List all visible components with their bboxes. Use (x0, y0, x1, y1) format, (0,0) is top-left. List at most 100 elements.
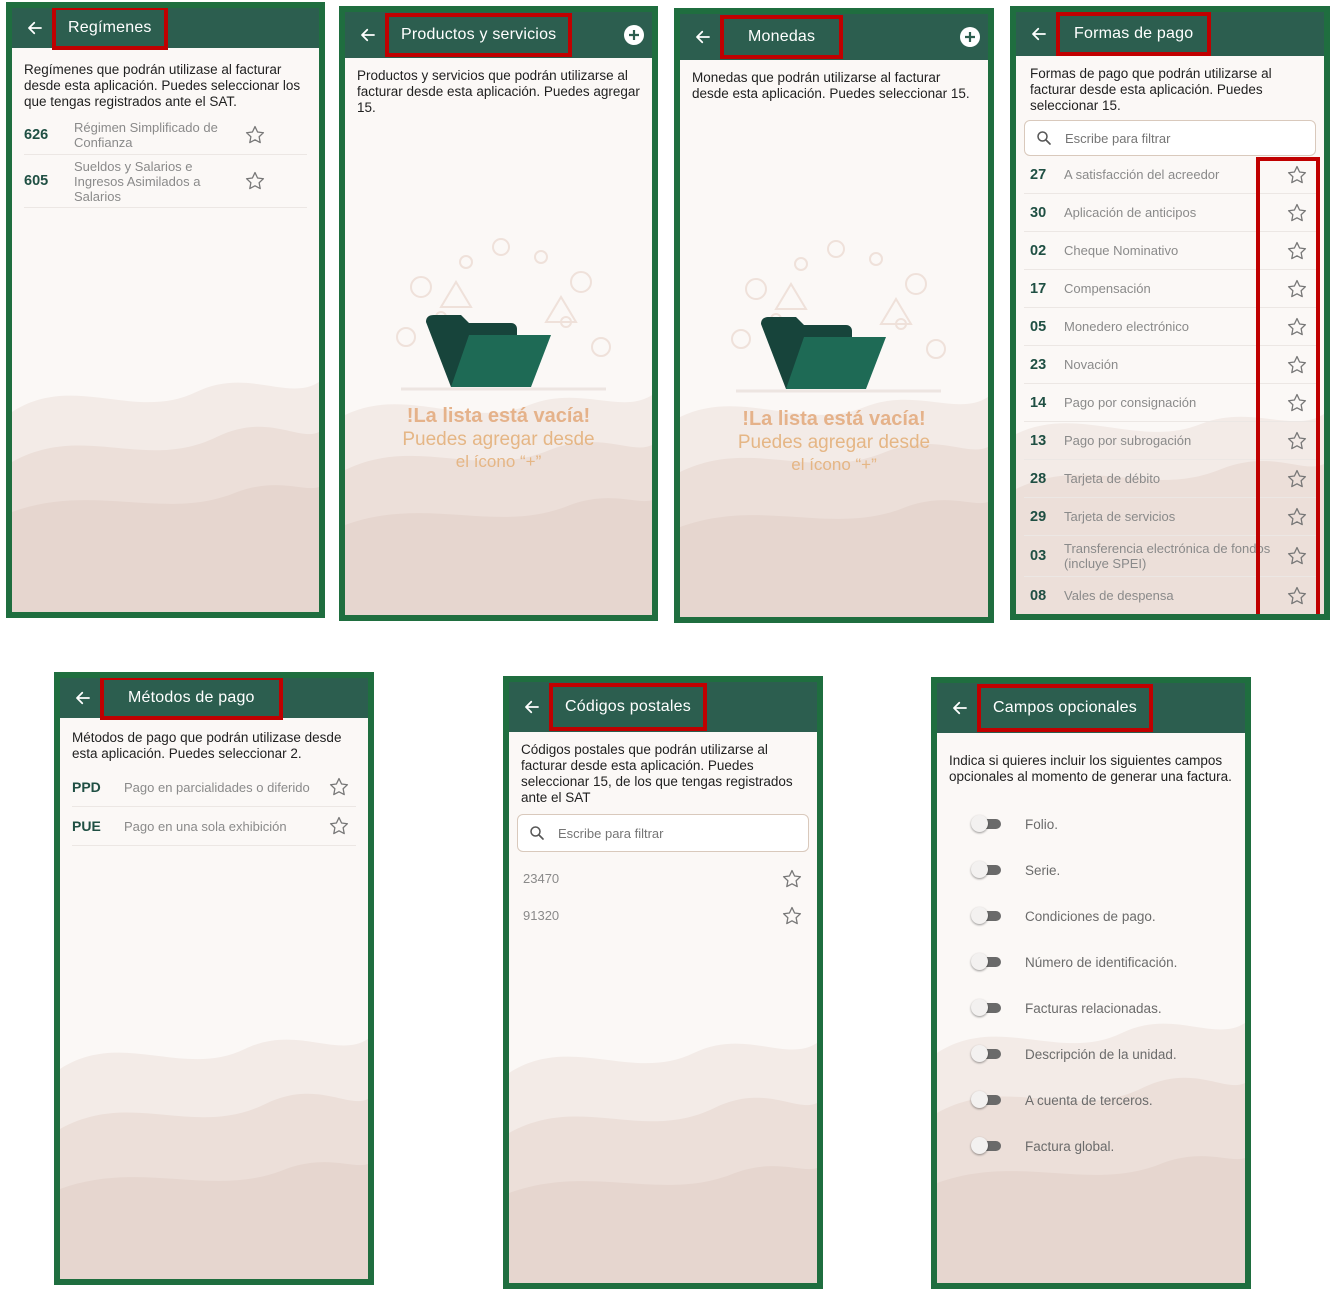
item-code: 23 (1030, 356, 1047, 373)
empty-folder-icon (731, 240, 946, 393)
favorite-star-icon[interactable] (328, 776, 350, 798)
codigos-list: 23470 91320 (517, 860, 809, 934)
arrow-left-icon (1032, 27, 1046, 41)
favorite-star-icon[interactable] (328, 815, 350, 837)
description: Métodos de pago que podrán utilizase des… (72, 730, 342, 761)
list-item[interactable]: 02 Cheque Nominativo (1024, 232, 1316, 270)
back-button[interactable] (355, 22, 381, 48)
content: Productos y servicios que podrán utiliza… (345, 68, 652, 116)
toggle-switch[interactable] (971, 861, 1001, 878)
page-title: Formas de pago (1055, 12, 1212, 56)
favorite-star-icon[interactable] (1286, 392, 1308, 414)
back-button[interactable] (947, 695, 973, 721)
list-item[interactable]: PPD Pago en parcialidades o diferido (72, 768, 356, 807)
screen-regimenes: Regímenes Regímenes que podrán utilizase… (6, 2, 325, 618)
plus-icon (965, 32, 975, 42)
add-button[interactable] (960, 27, 980, 47)
list-item[interactable]: 23 Novación (1024, 346, 1316, 384)
regimen-list: 626 Régimen Simplificado de Confianza 605 S… (24, 116, 307, 208)
list-item[interactable]: 13 Pago por subrogación (1024, 422, 1316, 460)
arrow-left-icon (696, 30, 710, 44)
item-code: 28 (1030, 470, 1047, 487)
background-waves (509, 1043, 817, 1283)
add-button[interactable] (624, 25, 644, 45)
option-label: Facturas relacionadas. (1025, 1000, 1162, 1016)
app-header: Productos y servicios (345, 12, 652, 58)
description: Monedas que podrán utilizarse al factura… (692, 70, 970, 101)
item-name: Monedero electrónico (1064, 319, 1190, 334)
description: Indica si quieres incluir los siguientes… (949, 753, 1232, 784)
filter-search[interactable] (517, 814, 809, 852)
description: Formas de pago que podrán utilizarse al … (1030, 66, 1272, 113)
favorite-star-icon[interactable] (781, 868, 803, 890)
list-item[interactable]: 05 Monedero electrónico (1024, 308, 1316, 346)
favorite-star-icon[interactable] (781, 905, 803, 927)
list-item[interactable]: 28 Tarjeta de débito (1024, 460, 1316, 498)
favorite-star-icon[interactable] (244, 170, 266, 192)
back-button[interactable] (22, 15, 48, 41)
toggle-switch[interactable] (971, 999, 1001, 1016)
list-item[interactable]: 626 Régimen Simplificado de Confianza (24, 116, 307, 155)
back-button[interactable] (1026, 21, 1052, 47)
list-item[interactable]: PUE Pago en una sola exhibición (72, 807, 356, 846)
item-code: 05 (1030, 318, 1047, 335)
list-item[interactable]: 14 Pago por consignación (1024, 384, 1316, 422)
favorite-star-icon[interactable] (1286, 202, 1308, 224)
favorite-star-icon[interactable] (1286, 240, 1308, 262)
search-input[interactable] (556, 824, 798, 842)
list-item[interactable]: 27 A satisfacción del acreedor (1024, 156, 1316, 194)
favorite-star-icon[interactable] (1286, 506, 1308, 528)
option-label: Factura global. (1025, 1138, 1115, 1154)
app-header: Campos opcionales (937, 683, 1245, 733)
favorite-star-icon[interactable] (1286, 354, 1308, 376)
toggle-switch[interactable] (971, 1091, 1001, 1108)
favorite-star-icon[interactable] (1286, 585, 1308, 607)
list-item[interactable]: 605 Sueldos y Salarios e Ingresos Asimila… (24, 155, 307, 208)
list-item[interactable]: 08 Vales de despensa (1024, 577, 1316, 614)
favorite-star-icon[interactable] (1286, 316, 1308, 338)
screen-codigos-postales: Códigos postales Códigos postales que po… (503, 676, 823, 1289)
option-label: A cuenta de terceros. (1025, 1092, 1153, 1108)
item-name: Compensación (1064, 281, 1151, 296)
favorite-star-icon[interactable] (244, 124, 266, 146)
back-button[interactable] (519, 694, 545, 720)
list-item[interactable]: 23470 (517, 860, 809, 897)
item-name: Pago por subrogación (1064, 433, 1192, 448)
item-code: 17 (1030, 280, 1047, 297)
favorite-star-icon[interactable] (1286, 278, 1308, 300)
arrow-left-icon (28, 21, 42, 35)
option-label: Descripción de la unidad. (1025, 1046, 1177, 1062)
list-item[interactable]: 91320 (517, 897, 809, 934)
option-row: A cuenta de terceros. (949, 1077, 1233, 1123)
item-code: 27 (1030, 166, 1047, 183)
list-item[interactable]: 03 Transferencia electrónica de fondos (i… (1024, 536, 1316, 577)
toggle-switch[interactable] (971, 1045, 1001, 1062)
description: Productos y servicios que podrán utiliza… (357, 68, 640, 115)
item-code: 29 (1030, 508, 1047, 525)
empty-state: !La lista está vacía! Puedes agregar des… (680, 407, 988, 475)
favorite-star-icon[interactable] (1286, 164, 1308, 186)
toggle-switch[interactable] (971, 907, 1001, 924)
arrow-left-icon (953, 701, 967, 715)
list-item[interactable]: 17 Compensación (1024, 270, 1316, 308)
list-item[interactable]: 30 Aplicación de anticipos (1024, 194, 1316, 232)
list-item[interactable]: 29 Tarjeta de servicios (1024, 498, 1316, 536)
favorite-star-icon[interactable] (1286, 545, 1308, 567)
toggle-switch[interactable] (971, 953, 1001, 970)
back-button[interactable] (70, 685, 96, 711)
favorite-star-icon[interactable] (1286, 468, 1308, 490)
app-header: Métodos de pago (60, 678, 368, 720)
search-input[interactable] (1063, 129, 1305, 147)
toggle-switch[interactable] (971, 1137, 1001, 1154)
empty-line: Puedes agregar desde (402, 429, 595, 450)
empty-title: !La lista está vacía! (742, 408, 926, 430)
toggle-switch[interactable] (971, 815, 1001, 832)
back-button[interactable] (690, 24, 716, 50)
metodos-list: PPD Pago en parcialidades o diferido PUE Pa… (72, 768, 356, 846)
favorite-star-icon[interactable] (1286, 430, 1308, 452)
option-row: Factura global. (949, 1123, 1233, 1169)
page-title: Productos y servicios (384, 13, 573, 57)
filter-search[interactable] (1024, 120, 1316, 156)
content: Indica si quieres incluir los siguientes… (937, 753, 1245, 1169)
app-header: Regímenes (12, 8, 319, 50)
